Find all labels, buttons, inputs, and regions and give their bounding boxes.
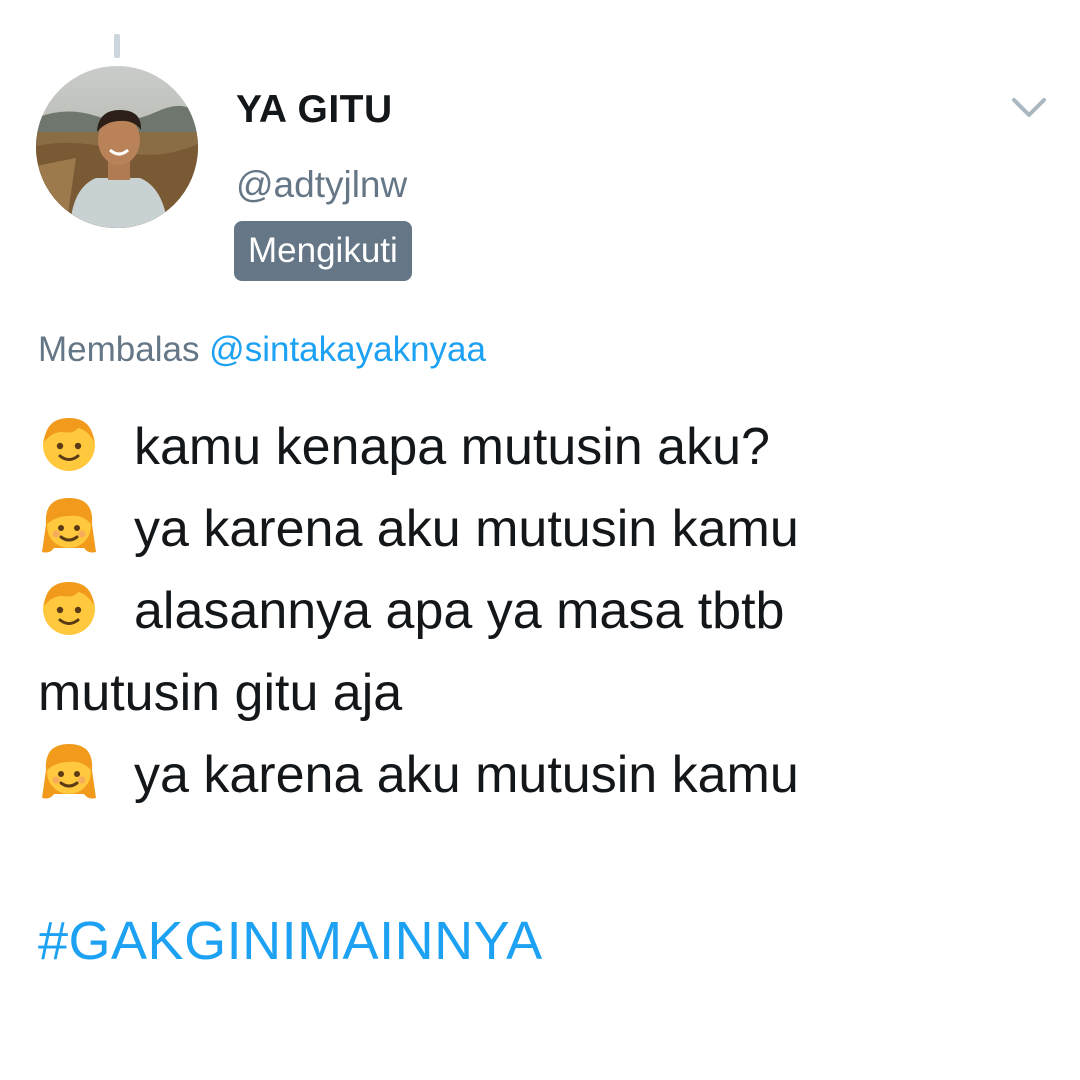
tweet-line-text: alasannya apa ya masa tbtb	[134, 582, 785, 640]
hashtag-link[interactable]: #GAKGINIMAINNYA	[38, 910, 543, 972]
tweet-line: ya karena aku mutusin kamu	[38, 734, 1048, 816]
username-handle[interactable]: @adtyjlnw	[236, 164, 407, 206]
boy-emoji-icon	[38, 576, 100, 638]
tweet-line-text: ya karena aku mutusin kamu	[134, 746, 799, 804]
girl-emoji-icon	[38, 740, 100, 802]
tweet-line: alasannya apa ya masa tbtb	[38, 570, 1048, 652]
tweet-text: kamu kenapa mutusin aku? ya karena aku m…	[38, 406, 1048, 816]
avatar[interactable]	[36, 66, 198, 228]
chevron-down-icon[interactable]	[1008, 92, 1050, 124]
tweet-line-text: kamu kenapa mutusin aku?	[134, 418, 770, 476]
boy-emoji-icon	[38, 412, 100, 474]
thread-connector-line	[114, 34, 120, 58]
girl-emoji-icon	[38, 494, 100, 556]
follows-you-badge: Mengikuti	[234, 221, 412, 281]
replying-to-label: Membalas	[38, 330, 210, 369]
tweet-line: mutusin gitu aja	[38, 652, 1048, 734]
tweet-line-text: mutusin gitu aja	[38, 664, 403, 722]
display-name[interactable]: YA GITU	[236, 88, 393, 132]
tweet-line-text: ya karena aku mutusin kamu	[134, 500, 799, 558]
tweet-line: ya karena aku mutusin kamu	[38, 488, 1048, 570]
tweet-line: kamu kenapa mutusin aku?	[38, 406, 1048, 488]
mention-link[interactable]: @sintakayaknyaa	[209, 330, 486, 369]
replying-to: Membalas @sintakayaknyaa	[38, 330, 486, 370]
